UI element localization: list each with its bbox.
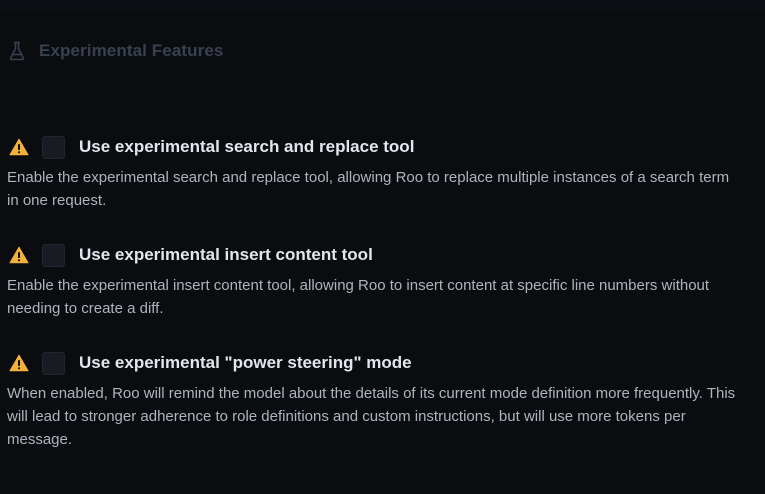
feature-row: Use experimental insert content tool	[7, 242, 747, 268]
feature-search-replace: Use experimental search and replace tool…	[7, 134, 747, 212]
flask-icon	[8, 40, 26, 62]
warning-icon	[9, 246, 29, 264]
power-steering-checkbox[interactable]	[42, 351, 65, 375]
warning-icon	[9, 354, 29, 372]
search-replace-checkbox[interactable]	[42, 135, 65, 159]
search-replace-label[interactable]: Use experimental search and replace tool	[79, 137, 414, 157]
search-replace-description: Enable the experimental search and repla…	[7, 169, 730, 209]
section-header: Experimental Features	[8, 38, 223, 64]
insert-content-checkbox[interactable]	[42, 243, 65, 267]
feature-row: Use experimental "power steering" mode	[7, 350, 747, 376]
feature-insert-content: Use experimental insert content tool Ena…	[7, 242, 747, 320]
power-steering-description: When enabled, Roo will remind the model …	[7, 385, 736, 448]
insert-content-description: Enable the experimental insert content t…	[7, 277, 710, 317]
top-bar	[0, 0, 765, 10]
insert-content-label[interactable]: Use experimental insert content tool	[79, 245, 373, 265]
feature-row: Use experimental search and replace tool	[7, 134, 747, 160]
feature-power-steering: Use experimental "power steering" mode W…	[7, 350, 747, 451]
section-title: Experimental Features	[39, 41, 224, 60]
warning-icon	[9, 138, 29, 156]
power-steering-label[interactable]: Use experimental "power steering" mode	[79, 353, 412, 373]
